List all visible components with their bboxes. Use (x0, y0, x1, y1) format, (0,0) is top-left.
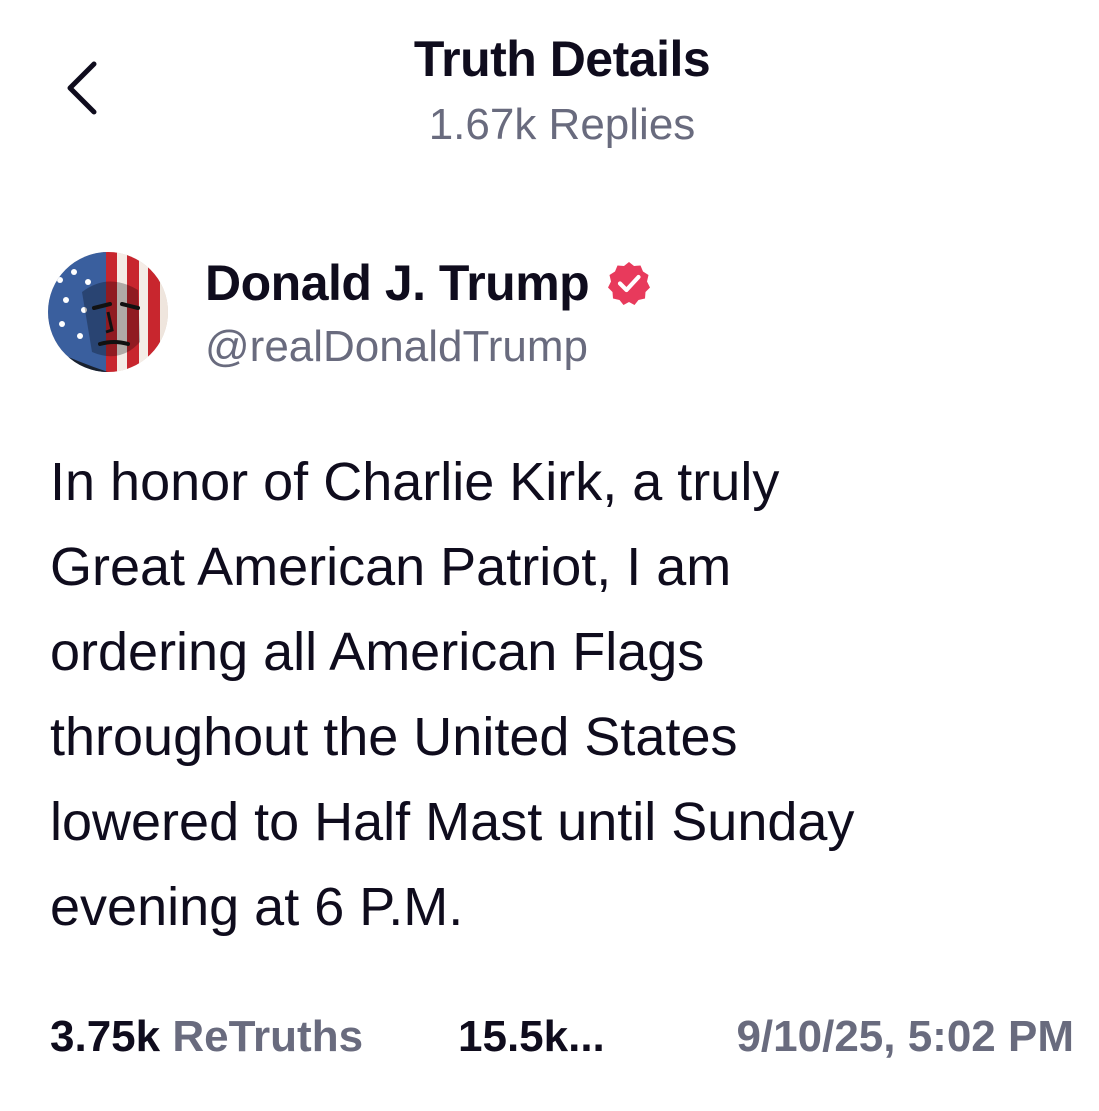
likes-stat[interactable]: 15.5k... (458, 1012, 605, 1062)
post-author: Donald J. Trump @realDonaldTrump (48, 250, 1048, 380)
author-handle[interactable]: @realDonaldTrump (205, 322, 588, 372)
replies-count[interactable]: 1.67k Replies (0, 100, 1099, 150)
retruths-label: ReTruths (172, 1012, 364, 1061)
avatar[interactable] (48, 252, 168, 372)
post-stats: 3.75k ReTruths 15.5k... 9/10/25, 5:02 PM (50, 1012, 1080, 1072)
page-title: Truth Details (413, 31, 711, 87)
author-name[interactable]: Donald J. Trump (205, 254, 590, 312)
retruths-count: 3.75k (50, 1012, 161, 1061)
post-text: In honor of Charlie Kirk, a truly Great … (50, 452, 855, 937)
top-bar: Truth Details 1.67k Replies (0, 0, 1099, 170)
avatar-image (48, 252, 168, 372)
likes-count: 15.5k... (458, 1012, 605, 1061)
verified-badge-icon (606, 260, 652, 306)
author-name-row: Donald J. Trump (205, 254, 652, 314)
retruths-stat[interactable]: 3.75k ReTruths (50, 1012, 363, 1062)
post-timestamp: 9/10/25, 5:02 PM (736, 1012, 1074, 1061)
